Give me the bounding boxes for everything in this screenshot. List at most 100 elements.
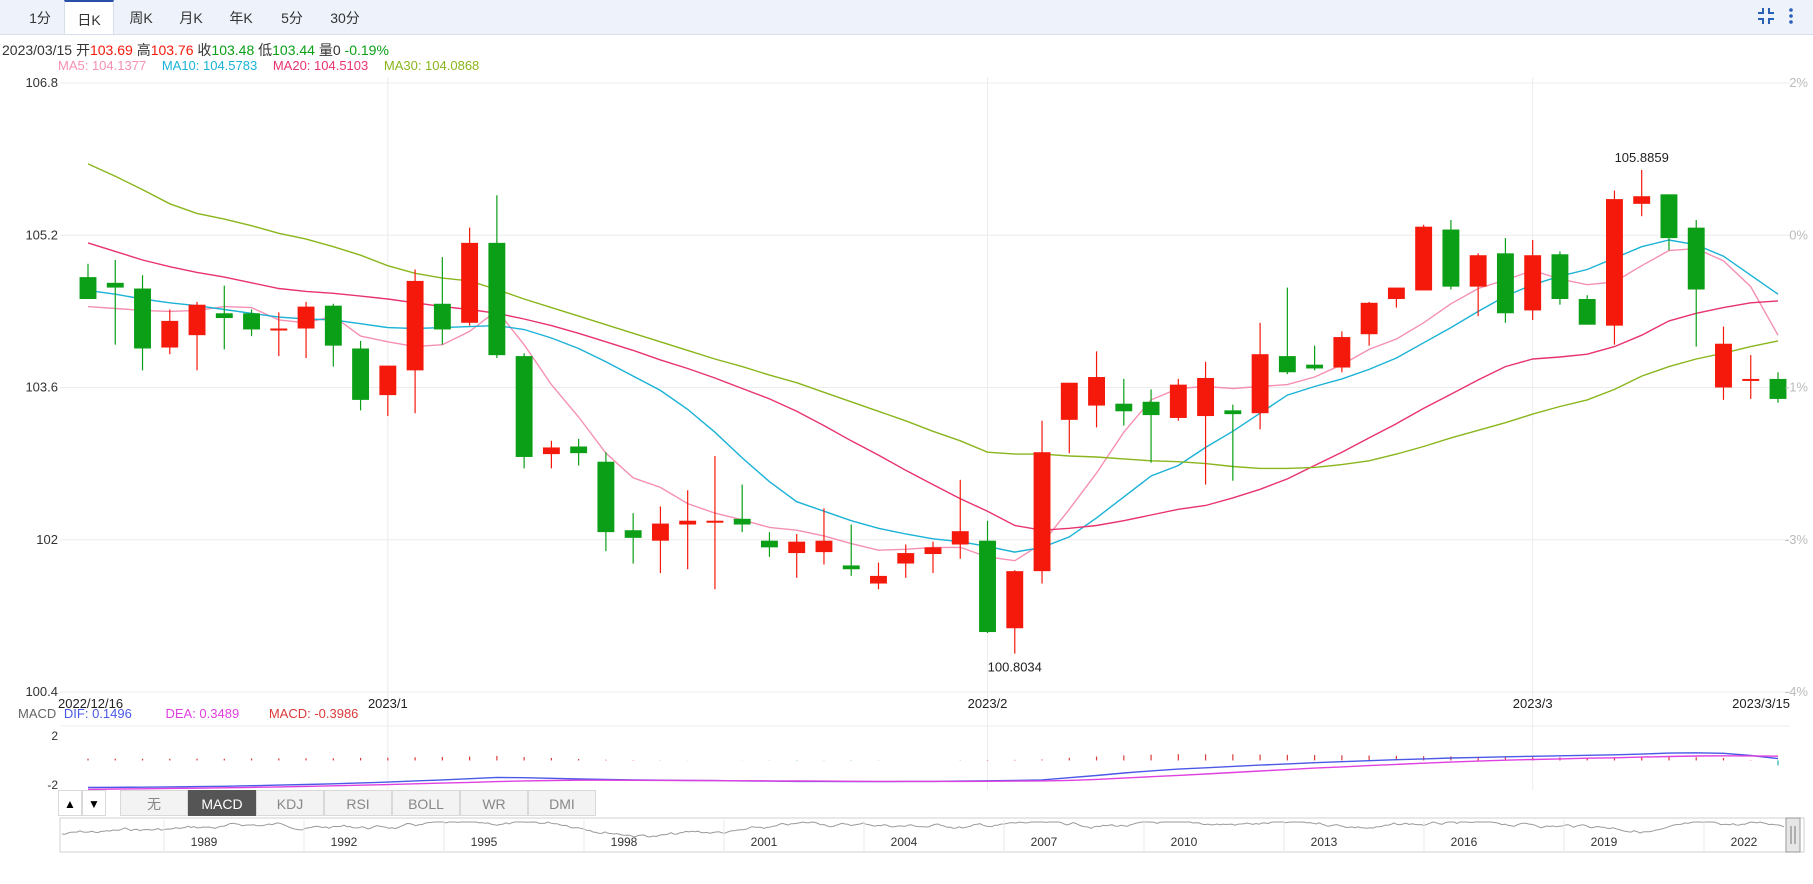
candle-body	[379, 365, 397, 396]
chart-grid	[60, 77, 1790, 790]
navigator-year: 2010	[1171, 835, 1198, 849]
range-navigator[interactable]: 1989 1992 1995 1998 2001 2004 2007 2010 2013 2016…	[0, 816, 1813, 862]
candle	[1742, 355, 1760, 399]
candle	[433, 257, 451, 345]
candle	[488, 195, 506, 359]
navigator-year: 2016	[1451, 835, 1478, 849]
candle	[1360, 301, 1378, 346]
candle	[1551, 251, 1569, 305]
candle	[215, 285, 233, 350]
x-tick-label: 2023/3/15	[1732, 696, 1790, 711]
candle	[1387, 287, 1405, 308]
indicator-tab-boll[interactable]: BOLL	[392, 790, 460, 816]
indicator-tab-kdj[interactable]: KDJ	[256, 790, 324, 816]
candle-body	[161, 320, 179, 348]
candle	[297, 301, 315, 359]
candle-body	[1742, 378, 1760, 381]
candle-body	[1687, 227, 1705, 290]
ma-lines	[87, 163, 1779, 562]
candle-body	[1715, 343, 1732, 388]
candlestick-chart[interactable]: 106.8 2%105.2 0%103.6 -1%102 -3%100.4 -4%2022…	[0, 0, 1813, 790]
navigator-year: 2022	[1731, 835, 1758, 849]
candle	[352, 340, 370, 411]
candle-body	[842, 565, 860, 570]
indicator-tab-wr[interactable]: WR	[460, 790, 528, 816]
macd-panel: 2 -2	[47, 725, 1790, 790]
candle-body	[597, 461, 615, 533]
dea-label: DEA: 0.3489	[165, 706, 240, 721]
candle	[1088, 351, 1105, 428]
candle-body	[1578, 299, 1596, 325]
candle	[1469, 253, 1487, 317]
candle	[924, 541, 942, 574]
candle-body	[1197, 377, 1215, 417]
y-tick-label: 106.8	[25, 75, 58, 90]
candle	[542, 440, 560, 469]
candle-body	[1606, 199, 1623, 326]
candle-body	[570, 446, 588, 454]
candle	[79, 263, 97, 300]
candle	[597, 452, 615, 552]
indicator-tab-dmi[interactable]: DMI	[528, 790, 596, 816]
candle	[1006, 570, 1024, 654]
candle-body	[106, 282, 124, 288]
candle	[1306, 345, 1324, 371]
candle	[1169, 378, 1187, 421]
candle-body	[979, 540, 996, 633]
macd-y-tick: 2	[51, 729, 58, 743]
candle	[570, 438, 588, 466]
candle-body	[1278, 356, 1296, 373]
arrow-down-icon[interactable]: ▼	[82, 790, 106, 816]
candle	[270, 312, 288, 357]
y-tick-label: 105.2	[25, 227, 58, 242]
candle-body	[1469, 255, 1487, 287]
candle	[1496, 238, 1514, 323]
navigator-handle[interactable]	[1785, 817, 1801, 853]
navigator-year: 1998	[611, 835, 638, 849]
navigator-frame	[59, 817, 1805, 853]
candle-body	[733, 518, 751, 525]
navigator-year: 1995	[471, 835, 498, 849]
candle-body	[243, 313, 260, 330]
macd-legend: MACD DIF: 0.1496 DEA: 0.3489 MACD: -0.39…	[18, 706, 358, 721]
candle	[243, 309, 260, 337]
candle	[1033, 420, 1051, 584]
candle-body	[706, 520, 724, 523]
arrow-up-icon[interactable]: ▲	[58, 790, 82, 816]
dif-line	[87, 752, 1779, 789]
macd-y-tick: -2	[47, 778, 58, 790]
pct-tick-label: 2%	[1789, 75, 1808, 90]
candle	[1524, 240, 1542, 320]
candle-body	[515, 356, 533, 457]
candle-body	[1115, 403, 1133, 412]
candle-body	[651, 523, 669, 541]
candle-body	[1524, 255, 1542, 311]
candles	[79, 169, 1787, 654]
low-annotation: 100.8034	[988, 660, 1042, 675]
indicator-tab-none[interactable]: 无	[120, 790, 188, 816]
indicator-tab-rsi[interactable]: RSI	[324, 790, 392, 816]
candle-body	[1142, 401, 1160, 416]
candle	[1278, 287, 1296, 375]
candle-body	[1415, 226, 1433, 291]
candle	[1115, 378, 1133, 426]
pct-tick-label: -3%	[1785, 532, 1809, 547]
candle-body	[761, 540, 778, 548]
candle	[1633, 169, 1651, 217]
candle	[324, 303, 342, 367]
indicator-tab-macd[interactable]: MACD	[188, 790, 256, 816]
candle	[1333, 331, 1351, 373]
navigator-year: 2001	[751, 835, 778, 849]
chart-axes: 106.8 2%105.2 0%103.6 -1%102 -3%100.4 -4%2022…	[25, 75, 1808, 711]
candle	[1415, 224, 1433, 291]
candle-body	[1660, 194, 1678, 239]
candle-body	[79, 277, 97, 300]
candle-body	[897, 553, 915, 564]
high-annotation: 105.8859	[1615, 150, 1669, 165]
candle-body	[215, 313, 233, 319]
candle-body	[488, 242, 506, 356]
candle-body	[679, 520, 697, 525]
candle	[1060, 382, 1078, 454]
candle	[1606, 190, 1623, 345]
candle	[1251, 322, 1269, 430]
